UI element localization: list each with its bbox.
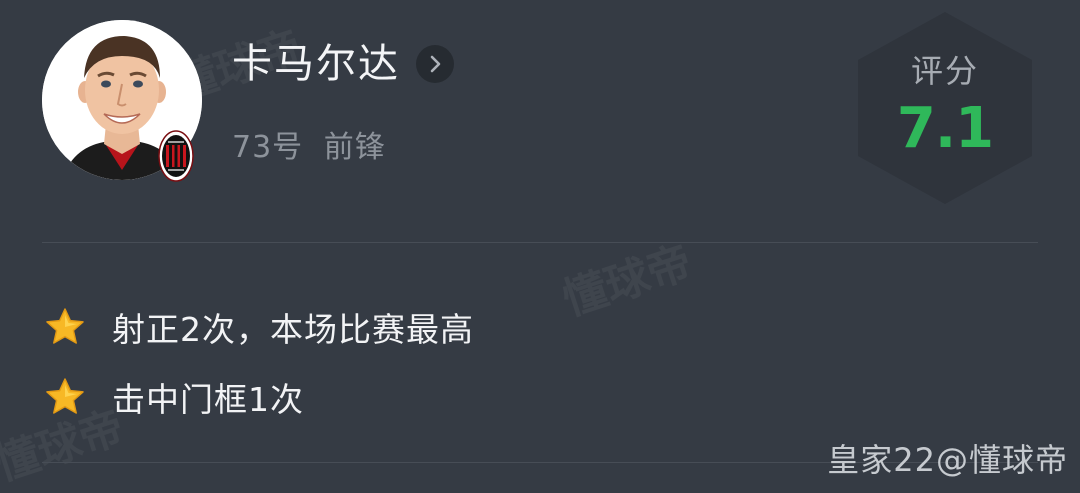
highlights-list: 射正2次，本场比赛最高 击中门框1次 [44,292,474,432]
rating-value: 7.1 [896,96,994,161]
player-position: 前锋 [323,130,386,165]
ac-milan-badge-icon [158,130,194,182]
player-rating-card: 懂球帝 懂球帝 懂球帝 卡马尔达 73号 前锋 评分 7.1 射正2次，本场比赛… [0,0,1080,491]
player-meta: 73号 前锋 [232,122,386,166]
star-icon [46,378,84,414]
highlight-item: 击中门框1次 [44,362,474,432]
player-number: 73号 [232,130,304,165]
rating-badge: 评分 7.1 [850,8,1040,208]
star-icon [46,308,84,344]
chevron-right-icon [430,55,441,73]
highlight-text: 击中门框1次 [112,380,304,419]
player-avatar-container[interactable] [42,20,202,182]
player-detail-button[interactable] [416,45,454,83]
player-name[interactable]: 卡马尔达 [232,44,400,84]
watermark-credit: 皇家22@懂球帝 [827,441,1068,479]
divider [42,242,1038,243]
player-name-row[interactable]: 卡马尔达 [232,44,454,84]
highlight-item: 射正2次，本场比赛最高 [44,292,474,362]
rating-label: 评分 [910,52,979,90]
highlight-text: 射正2次，本场比赛最高 [112,310,474,349]
